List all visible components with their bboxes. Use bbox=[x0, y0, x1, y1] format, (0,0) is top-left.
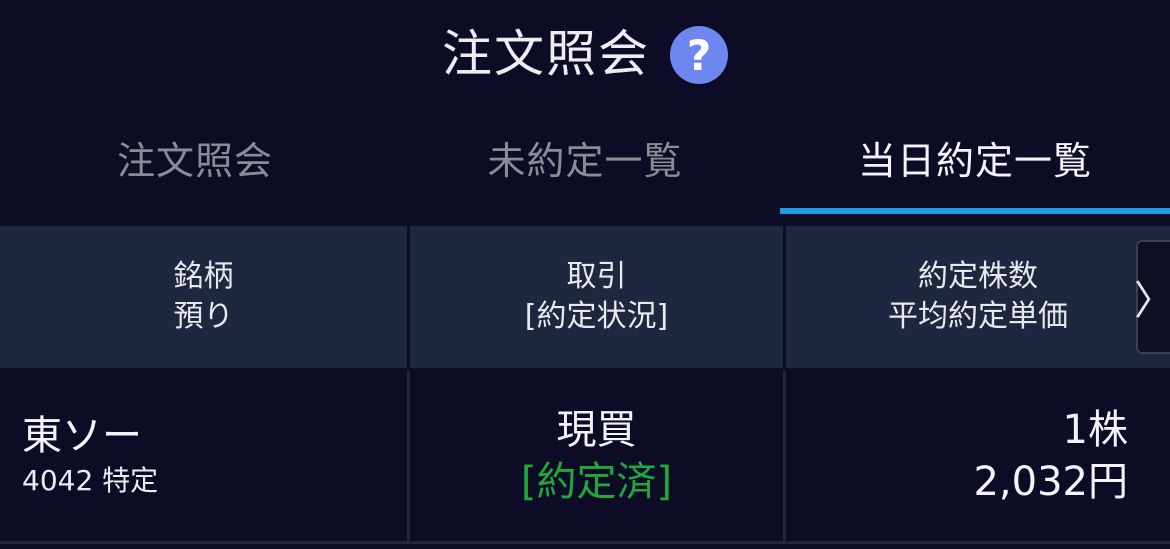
column-header-sublabel: 預り bbox=[173, 299, 234, 334]
table-header-row: 銘柄 預り 取引 [約定状況] 約定株数 平均約定単価 〉 bbox=[0, 226, 1170, 368]
cell-trade: 現買 [約定済] bbox=[410, 371, 786, 541]
executions-table: 銘柄 預り 取引 [約定状況] 約定株数 平均約定単価 〉 東ソー 4042 特… bbox=[0, 226, 1170, 549]
column-header-quantity-price: 約定株数 平均約定単価 bbox=[786, 226, 1170, 368]
average-price: 2,032円 bbox=[973, 459, 1128, 505]
page-header: 注文照会 ? bbox=[0, 0, 1170, 108]
question-circle-icon[interactable]: ? bbox=[670, 26, 728, 84]
executed-quantity: 1株 bbox=[1062, 407, 1128, 453]
tab-bar: 注文照会 未約定一覧 当日約定一覧 bbox=[0, 108, 1170, 214]
scroll-right-button[interactable]: 〉 bbox=[1134, 240, 1170, 354]
tab-unexecuted-list[interactable]: 未約定一覧 bbox=[390, 108, 780, 214]
column-header-label: 銘柄 bbox=[173, 259, 234, 294]
stock-name: 東ソー bbox=[22, 413, 142, 459]
order-inquiry-screen: 注文照会 ? 注文照会 未約定一覧 当日約定一覧 銘柄 預り 取引 [約定状況]… bbox=[0, 0, 1170, 549]
table-row[interactable]: 東ソー 4042 特定 現買 [約定済] 1株 2,032円 bbox=[0, 371, 1170, 544]
tab-order-inquiry[interactable]: 注文照会 bbox=[0, 108, 390, 214]
column-header-trade: 取引 [約定状況] bbox=[410, 226, 786, 368]
tab-today-executed-list[interactable]: 当日約定一覧 bbox=[780, 108, 1170, 214]
column-header-stock: 銘柄 預り bbox=[0, 226, 410, 368]
cell-quantity-price: 1株 2,032円 bbox=[786, 371, 1170, 541]
column-header-sublabel: 平均約定単価 bbox=[888, 299, 1068, 334]
trade-type: 現買 bbox=[556, 407, 637, 453]
chevron-right-icon: 〉 bbox=[1134, 278, 1170, 324]
column-header-label: 約定株数 bbox=[918, 259, 1038, 294]
page-title: 注文照会 bbox=[442, 25, 650, 83]
column-header-sublabel: [約定状況] bbox=[524, 299, 669, 334]
status-badge: [約定済] bbox=[520, 459, 673, 505]
cell-stock: 東ソー 4042 特定 bbox=[0, 371, 410, 541]
column-header-label: 取引 bbox=[566, 259, 627, 294]
stock-code-account: 4042 特定 bbox=[22, 464, 159, 497]
